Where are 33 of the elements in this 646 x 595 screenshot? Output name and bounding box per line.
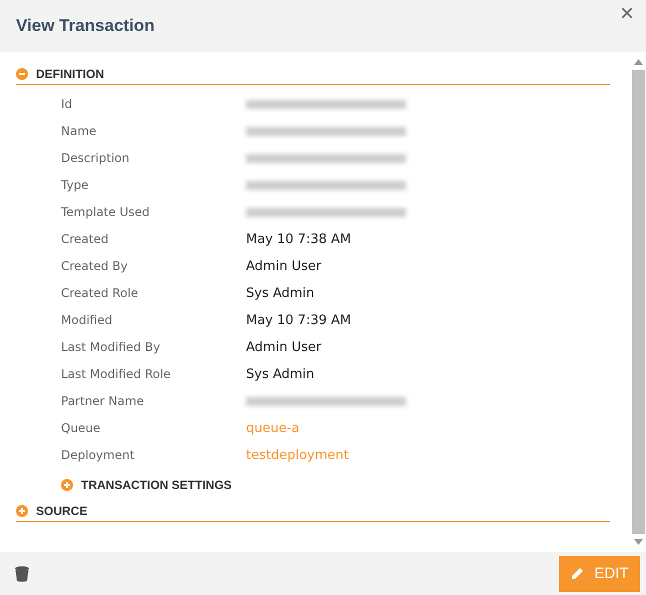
- field-label: Created Role: [61, 285, 140, 302]
- section-header[interactable]: SOURCE: [36, 504, 88, 518]
- field-label: Deployment: [61, 447, 136, 464]
- field-value: Admin User: [246, 258, 322, 276]
- field-label: Partner Name: [61, 393, 145, 410]
- trash-icon[interactable]: [15, 566, 29, 582]
- section-header[interactable]: DEFINITION: [36, 67, 104, 81]
- field-value: Admin User: [246, 339, 322, 357]
- field-label: Name: [61, 123, 98, 140]
- field-label: Queue: [61, 420, 102, 437]
- scroll-down-icon[interactable]: [634, 538, 642, 546]
- field-label: Description: [61, 150, 130, 167]
- expand-icon[interactable]: [61, 479, 73, 491]
- window-title: View Transaction: [16, 16, 155, 36]
- close-button[interactable]: ×: [620, 2, 634, 26]
- field-label: Type: [61, 177, 90, 194]
- field-label: Modified: [61, 312, 114, 329]
- field-label: Id: [61, 96, 74, 113]
- field-value: Sys Admin: [246, 366, 316, 384]
- field-label: Created: [61, 231, 110, 248]
- field-label: Created By: [61, 258, 129, 275]
- subsection-header[interactable]: TRANSACTION SETTINGS: [81, 478, 232, 492]
- pencil-icon: [570, 566, 584, 580]
- field-value: May 10 7:39 AM: [246, 312, 352, 330]
- field-value: May 10 7:38 AM: [246, 231, 352, 249]
- scrollbar-thumb[interactable]: [632, 70, 644, 534]
- scroll-up-icon[interactable]: [634, 58, 642, 66]
- field-value: Sys Admin: [246, 285, 316, 303]
- collapse-icon[interactable]: [16, 68, 28, 80]
- field-label: Last Modified Role: [61, 366, 172, 383]
- field-label: Last Modified By: [61, 339, 162, 356]
- field-label: Template Used: [61, 204, 151, 221]
- expand-icon[interactable]: [16, 505, 28, 517]
